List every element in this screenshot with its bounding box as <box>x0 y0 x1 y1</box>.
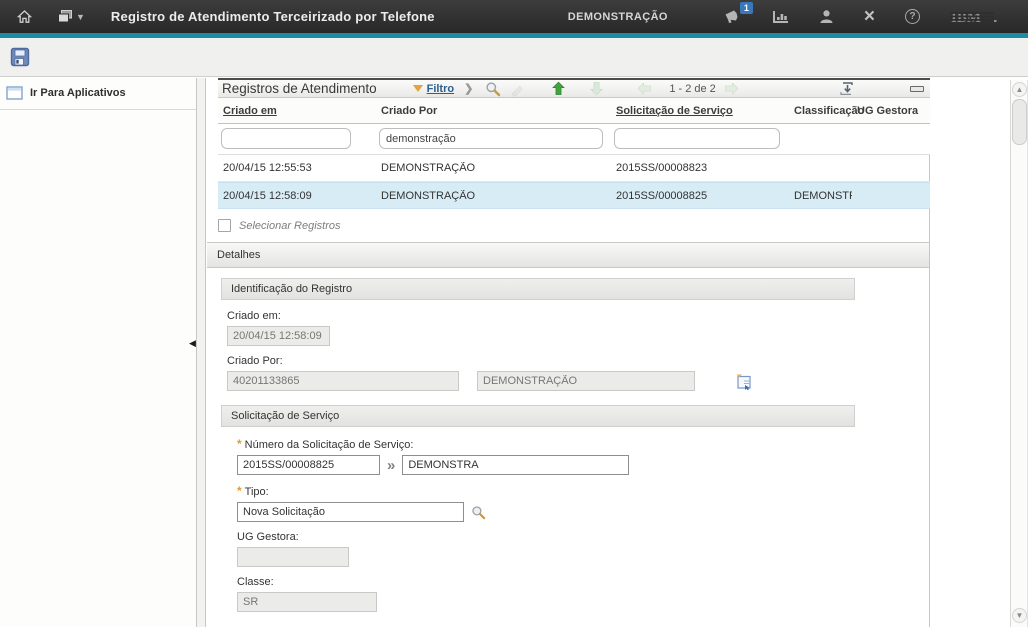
pagination-label: 1 - 2 de 2 <box>669 83 715 95</box>
select-records-row: Selecionar Registros <box>218 219 929 232</box>
save-button[interactable] <box>8 45 32 69</box>
table-toolbar: Registros de Atendimento Filtro ❯ <box>218 78 930 98</box>
double-chevron-icon[interactable]: » <box>387 457 395 474</box>
filter-caret-icon[interactable] <box>413 85 423 92</box>
profile-icon[interactable] <box>819 9 834 24</box>
cell-criado-em: 20/04/15 12:55:53 <box>218 162 376 174</box>
toolbar <box>0 38 1028 77</box>
previous-record-icon[interactable] <box>551 81 566 96</box>
criado-em-label: Criado em: <box>227 310 929 322</box>
search-icon[interactable] <box>485 81 501 97</box>
cell-criado-em: 20/04/15 12:58:09 <box>218 190 376 202</box>
identification-title: Identificação do Registro <box>231 283 352 295</box>
criado-por-id-field <box>227 371 459 391</box>
select-records-checkbox[interactable] <box>218 219 231 232</box>
classe-field <box>237 592 377 612</box>
top-header: ▼ Registro de Atendimento Terceirizado p… <box>0 0 1028 33</box>
home-icon[interactable] <box>16 9 33 25</box>
previous-page-icon <box>637 81 652 96</box>
next-page-icon <box>724 81 739 96</box>
expand-filter-icon[interactable]: ❯ <box>464 82 473 95</box>
scroll-down-icon[interactable]: ▼ <box>1012 608 1027 623</box>
detail-menu-icon[interactable] <box>735 373 753 390</box>
help-icon[interactable]: ? <box>905 9 920 24</box>
user-label[interactable]: DEMONSTRAÇÃO <box>568 11 668 23</box>
criado-por-name-field <box>477 371 695 391</box>
notification-badge: 1 <box>740 2 753 14</box>
question-mark-icon: ? <box>905 9 920 24</box>
filter-criado-por-input[interactable] <box>379 128 603 149</box>
sidebar-splitter[interactable]: ◀ <box>196 78 206 627</box>
announcements-icon[interactable]: 1 <box>724 9 742 24</box>
next-record-icon <box>589 81 604 96</box>
sidebar: Ir Para Aplicativos <box>0 78 196 627</box>
table-row[interactable]: 20/04/15 12:55:53 DEMONSTRAÇÃO 2015SS/00… <box>218 155 930 182</box>
cell-criado-por: DEMONSTRAÇÃO <box>376 190 611 202</box>
numero-description-field[interactable] <box>402 455 629 475</box>
collapse-sidebar-icon[interactable]: ◀ <box>189 338 196 349</box>
filter-solicitacao-input[interactable] <box>614 128 780 149</box>
table-row-selected[interactable]: 20/04/15 12:58:09 DEMONSTRAÇÃO 2015SS/00… <box>218 182 930 209</box>
cell-classificacao: DEMONSTRA <box>789 190 852 202</box>
filter-criado-em-input[interactable] <box>221 128 351 149</box>
download-icon[interactable] <box>839 81 854 96</box>
required-icon <box>237 439 245 451</box>
classe-label: Classe: <box>237 576 929 588</box>
service-request-section-header: Solicitação de Serviço <box>221 405 855 427</box>
minimize-table-icon[interactable] <box>910 86 924 92</box>
column-header-criado-por: Criado Por <box>376 105 611 117</box>
column-header-ug-gestora: UG Gestora <box>852 105 930 117</box>
sidebar-item-label: Ir Para Aplicativos <box>30 87 126 99</box>
table-header-row: Criado em Criado Por Solicitação de Serv… <box>218 98 930 124</box>
ug-gestora-label: UG Gestora: <box>237 531 929 543</box>
criado-em-field <box>227 326 330 346</box>
required-icon <box>237 486 245 498</box>
tipo-field[interactable] <box>237 502 464 522</box>
clear-filter-icon <box>510 81 526 97</box>
page-title: Registro de Atendimento Terceirizado por… <box>111 9 435 24</box>
tipo-lookup-icon[interactable] <box>471 505 486 520</box>
details-section-header[interactable]: Detalhes <box>207 242 929 268</box>
filter-toggle-link[interactable]: Filtro <box>427 83 455 95</box>
details-panel: Identificação do Registro Criado em: Cri… <box>207 268 929 612</box>
cell-solicitacao: 2015SS/00008823 <box>611 162 789 174</box>
numero-field[interactable] <box>237 455 380 475</box>
app-window: ▼ Registro de Atendimento Terceirizado p… <box>0 0 1028 627</box>
content-area: Registros de Atendimento Filtro ❯ <box>207 78 930 627</box>
cell-criado-por: DEMONSTRAÇÃO <box>376 162 611 174</box>
main-area: Ir Para Aplicativos ◀ Registros de Atend… <box>0 78 1028 627</box>
scroll-up-icon[interactable]: ▲ <box>1012 82 1027 97</box>
vertical-scrollbar[interactable]: ▲ ▼ <box>1010 80 1028 627</box>
column-header-criado-em[interactable]: Criado em <box>218 105 376 117</box>
table-filter-row <box>218 124 930 155</box>
reports-icon[interactable] <box>772 10 789 24</box>
applications-icon <box>6 86 23 100</box>
ibm-logo: IBM <box>950 8 998 26</box>
chevron-down-icon: ▼ <box>76 12 85 22</box>
column-header-classificacao: Classificação <box>789 105 852 117</box>
select-records-label: Selecionar Registros <box>239 220 341 232</box>
app-switcher-icon[interactable]: ▼ <box>57 9 85 24</box>
sidebar-item-go-to-applications[interactable]: Ir Para Aplicativos <box>0 78 196 110</box>
ug-gestora-field <box>237 547 349 567</box>
column-header-solicitacao[interactable]: Solicitação de Serviço <box>611 105 789 117</box>
identification-section-header: Identificação do Registro <box>221 278 855 300</box>
cell-solicitacao: 2015SS/00008825 <box>611 190 789 202</box>
close-icon[interactable]: × <box>864 10 875 24</box>
tipo-label: Tipo: <box>245 486 269 498</box>
details-title: Detalhes <box>217 249 260 261</box>
table-title: Registros de Atendimento <box>222 81 377 96</box>
numero-label: Número da Solicitação de Serviço: <box>245 439 414 451</box>
criado-por-label: Criado Por: <box>227 355 929 367</box>
service-request-title: Solicitação de Serviço <box>231 410 339 422</box>
records-table: Registros de Atendimento Filtro ❯ <box>218 78 930 209</box>
scrollbar-thumb[interactable] <box>1012 99 1027 145</box>
